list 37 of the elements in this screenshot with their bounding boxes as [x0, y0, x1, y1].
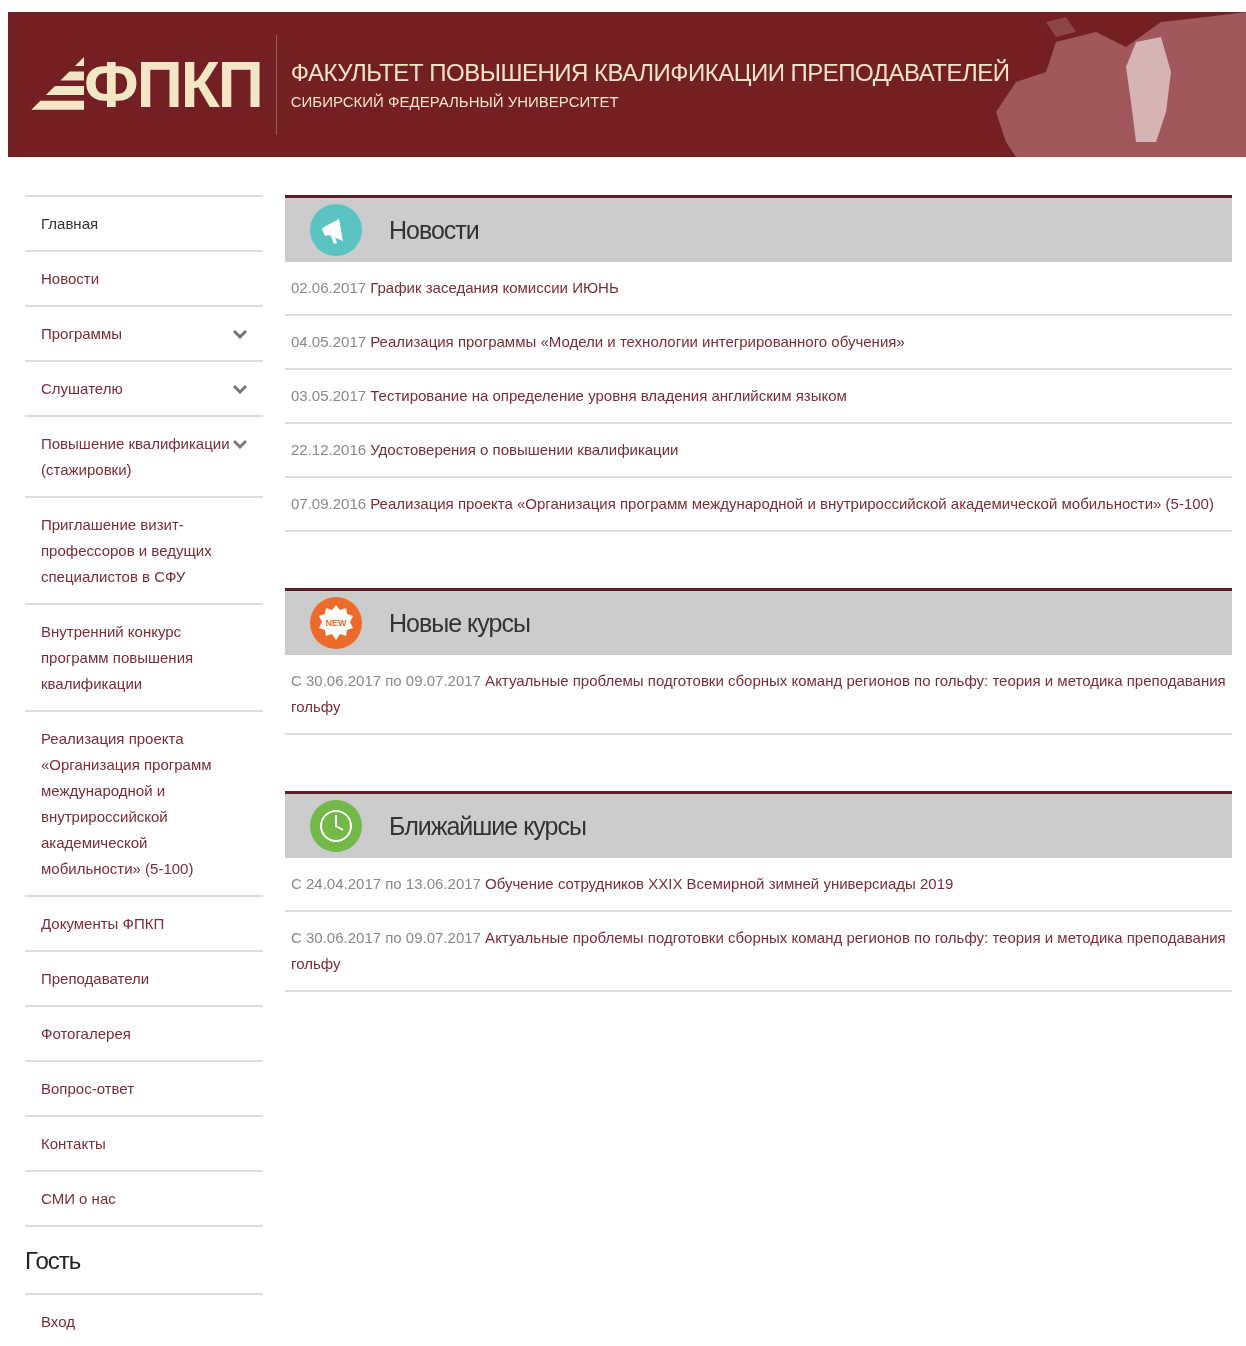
menu-item[interactable]: Повышение квалификации (стажировки) [25, 417, 263, 498]
news-link[interactable]: С 30.06.2017 по 09.07.2017 Актуальные проблемы подготовки сборных команд регионов по гольфу: теория и методика преподавания гольфу [291, 668, 1226, 720]
menu-item[interactable]: Преподаватели [25, 952, 263, 1007]
menu-item[interactable]: Внутренний конкурс программ повышения квалификации [25, 605, 263, 712]
login-link[interactable]: Вход [25, 1295, 263, 1346]
section-title: Новости [389, 215, 479, 245]
megaphone-icon [309, 203, 363, 257]
menu-item[interactable]: Программы [25, 307, 263, 362]
chevron-down-icon[interactable] [233, 329, 247, 339]
clock-icon [309, 799, 363, 853]
menu-item[interactable]: СМИ о нас [25, 1172, 263, 1227]
section-title: Новые курсы [389, 608, 530, 638]
stripes-triangle-icon [28, 56, 84, 113]
menu-item[interactable]: Реализация проекта «Организация программ международной и внутрироссийской академической мобильности» (5-100) [25, 712, 263, 897]
chevron-down-icon[interactable] [233, 384, 247, 394]
news-link[interactable]: 22.12.2016 Удостоверения о повышении квалификации [291, 437, 1226, 463]
menu-item[interactable]: Контакты [25, 1117, 263, 1172]
news-link[interactable]: 02.06.2017 График заседания комиссии ИЮНЬ [291, 275, 1226, 301]
menu-item[interactable]: Главная [25, 197, 263, 252]
logo[interactable]: ФПКП [28, 52, 262, 117]
menu-item[interactable]: Приглашение визит-профессоров и ведущих специалистов в СФУ [25, 498, 263, 605]
site-title: ФАКУЛЬТЕТ ПОВЫШЕНИЯ КВАЛИФИКАЦИИ ПРЕПОДАВАТЕЛЕЙ [290, 59, 1010, 87]
menu-item[interactable]: Новости [25, 252, 263, 307]
menu-item[interactable]: Вопрос-ответ [25, 1062, 263, 1117]
new-badge-icon: NEW [309, 596, 363, 650]
site-subtitle: СИБИРСКИЙ ФЕДЕРАЛЬНЫЙ УНИВЕРСИТЕТ [290, 93, 620, 110]
menu-item[interactable]: Фотогалерея [25, 1007, 263, 1062]
news-link[interactable]: 07.09.2016 Реализация проекта «Организация программ международной и внутрироссийской академической мобильности» (5-100) [291, 491, 1226, 517]
user-heading: Гость [25, 1246, 82, 1276]
menu-item[interactable]: Документы ФПКП [25, 897, 263, 952]
section-title: Ближайшие курсы [389, 811, 586, 841]
news-link[interactable]: С 24.04.2017 по 13.06.2017 Обучение сотрудников XXIX Всемирной зимней универсиады 2019 [291, 871, 1226, 897]
news-link[interactable]: 03.05.2017 Тестирование на определение уровня владения английским языком [291, 383, 1226, 409]
news-link[interactable]: 04.05.2017 Реализация программы «Модели и технологии интегрированного обучения» [291, 329, 1226, 355]
chevron-down-icon[interactable] [233, 439, 247, 449]
news-link[interactable]: С 30.06.2017 по 09.07.2017 Актуальные проблемы подготовки сборных команд регионов по гольфу: теория и методика преподавания гольфу [291, 925, 1226, 977]
menu-item[interactable]: Слушателю [25, 362, 263, 417]
